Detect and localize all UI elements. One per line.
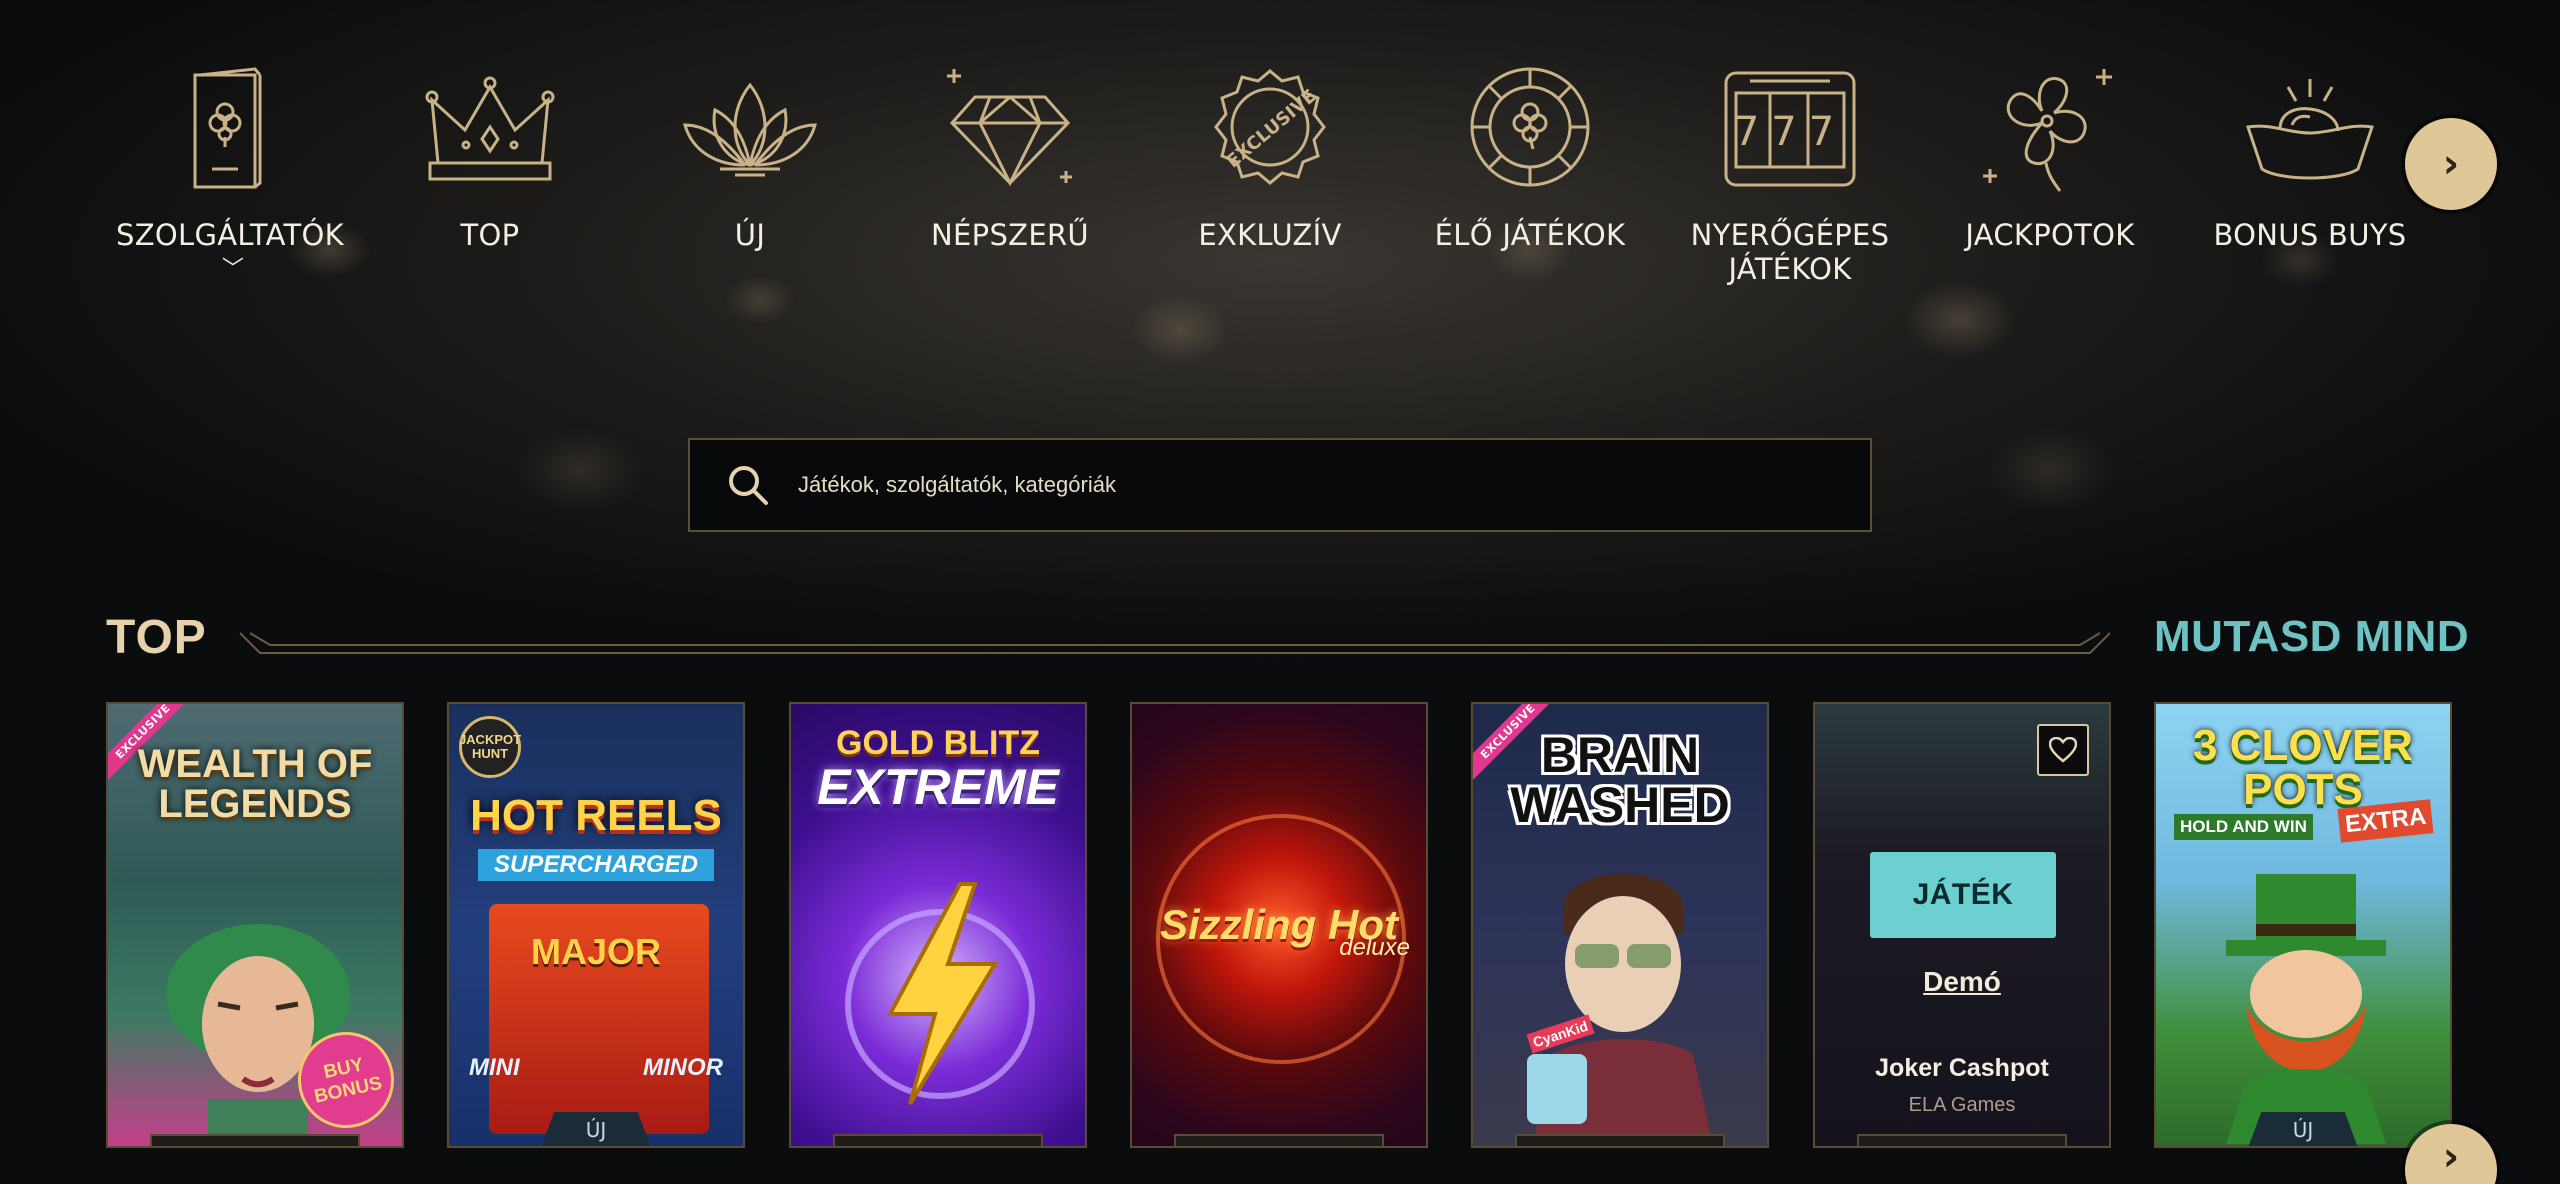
game-art-subtitle: SUPERCHARGED [478, 849, 714, 881]
slot-777-text: 777 [1734, 109, 1846, 155]
game-card-hovered[interactable]: JÁTÉK Demó Joker Cashpot ELA Games [1813, 702, 2111, 1148]
section-title: TOP [106, 611, 207, 664]
show-all-link[interactable]: MUTASD MIND [2154, 612, 2469, 662]
category-label: TOP [460, 218, 520, 252]
category-label: NYERŐGÉPES JÁTÉKOK [1690, 218, 1890, 286]
category-popular[interactable]: NÉPSZERŰ [890, 60, 1130, 300]
game-art-title: HOT REELS [470, 791, 722, 840]
game-art-subtitle: EXTREME [817, 759, 1059, 815]
game-card[interactable]: GOLD BLITZ EXTREME [789, 702, 1087, 1148]
demo-link[interactable]: Demó [1815, 966, 2109, 998]
new-tag: ÚJ [541, 1112, 651, 1146]
card-tab [1174, 1134, 1384, 1146]
game-art-title: BRAIN WASHED [1510, 727, 1730, 833]
card-tab [1857, 1134, 2067, 1146]
search-input[interactable] [798, 472, 1698, 498]
category-bonus-buys[interactable]: BONUS BUYS [2190, 60, 2430, 300]
clover-sparkle-icon [1975, 60, 2125, 200]
leprechaun-artwork-icon [2226, 874, 2386, 1144]
slot-777-icon: 777 [1715, 60, 1865, 200]
game-provider: ELA Games [1908, 1094, 2016, 1116]
game-card[interactable]: JACKPOT HUNT HOT REELS SUPERCHARGED MAJO… [447, 702, 745, 1148]
category-label: NÉPSZERŰ [931, 218, 1089, 252]
game-art-title: 3 CLOVER POTS [2192, 721, 2414, 814]
new-tag: ÚJ [2248, 1112, 2358, 1146]
category-label: SZOLGÁLTATÓK [116, 218, 344, 252]
game-card[interactable]: 3 CLOVER POTS HOLD AND WIN EXTRA ÚJ [2154, 702, 2452, 1148]
category-label: ÉLŐ JÁTÉKOK [1434, 218, 1626, 252]
category-jackpots[interactable]: JACKPOTOK [1930, 60, 2170, 300]
gold-ingot-icon [2235, 60, 2385, 200]
card-clover-icon [155, 60, 305, 200]
diamond-icon [935, 60, 1085, 200]
section-divider [239, 632, 2111, 654]
category-providers[interactable]: SZOLGÁLTATÓK ﹀ [110, 60, 350, 300]
category-new[interactable]: ÚJ [630, 60, 870, 300]
exclusive-badge-icon: EXCLUSIVE [1195, 60, 1345, 200]
game-art-subtitle: deluxe [1339, 934, 1410, 961]
game-card[interactable]: EXCLUSIVE WEALTH OF LEGENDS BUY BONUS [106, 702, 404, 1148]
category-nav: SZOLGÁLTATÓK ﹀ TOP ÚJ NÉPSZERŰ EXCLUSIVE … [110, 60, 2430, 300]
mini-label: MINI [469, 1054, 520, 1081]
card-tab [833, 1134, 1043, 1146]
play-button[interactable]: JÁTÉK [1870, 852, 2056, 938]
category-label: EXKLUZÍV [1198, 218, 1342, 252]
chevron-down-icon: ﹀ [221, 257, 245, 282]
crown-icon [415, 60, 565, 200]
category-label: JACKPOTOK [1965, 218, 2135, 252]
favorite-button[interactable] [2037, 724, 2089, 776]
card-tab [1515, 1134, 1725, 1146]
search-bar [688, 438, 1872, 532]
game-card[interactable]: Sizzling Hot deluxe [1130, 702, 1428, 1148]
category-live-games[interactable]: ÉLŐ JÁTÉKOK [1410, 60, 1650, 300]
game-card[interactable]: EXCLUSIVE BRAIN WASHED CyanKid [1471, 702, 1769, 1148]
heart-icon [2049, 737, 2077, 763]
card-tab [150, 1134, 360, 1146]
category-slot-games[interactable]: 777 NYERŐGÉPES JÁTÉKOK [1670, 60, 1910, 300]
category-next-button[interactable]: › [2405, 118, 2497, 210]
game-name: Joker Cashpot [1875, 1054, 2049, 1082]
category-label: ÚJ [734, 218, 766, 252]
lightning-bolt-icon [845, 882, 1035, 1106]
category-top[interactable]: TOP [370, 60, 610, 300]
game-art-title: GOLD BLITZ [836, 724, 1040, 762]
game-art-title: WEALTH OF LEGENDS [137, 742, 373, 826]
major-label: MAJOR [530, 931, 661, 972]
category-label: BONUS BUYS [2213, 218, 2407, 252]
jackpot-hunt-logo: JACKPOT HUNT [459, 716, 521, 778]
category-exclusive[interactable]: EXCLUSIVE EXKLUZÍV [1150, 60, 1390, 300]
chip-clover-icon [1455, 60, 1605, 200]
minor-label: MINOR [643, 1054, 723, 1081]
game-art-subtitle: HOLD AND WIN [2174, 814, 2313, 840]
game-carousel: EXCLUSIVE WEALTH OF LEGENDS BUY BONUS JA… [106, 702, 2454, 1162]
search-icon[interactable] [726, 463, 770, 507]
character-artwork-icon [1527, 874, 1713, 1144]
lotus-icon [675, 60, 825, 200]
